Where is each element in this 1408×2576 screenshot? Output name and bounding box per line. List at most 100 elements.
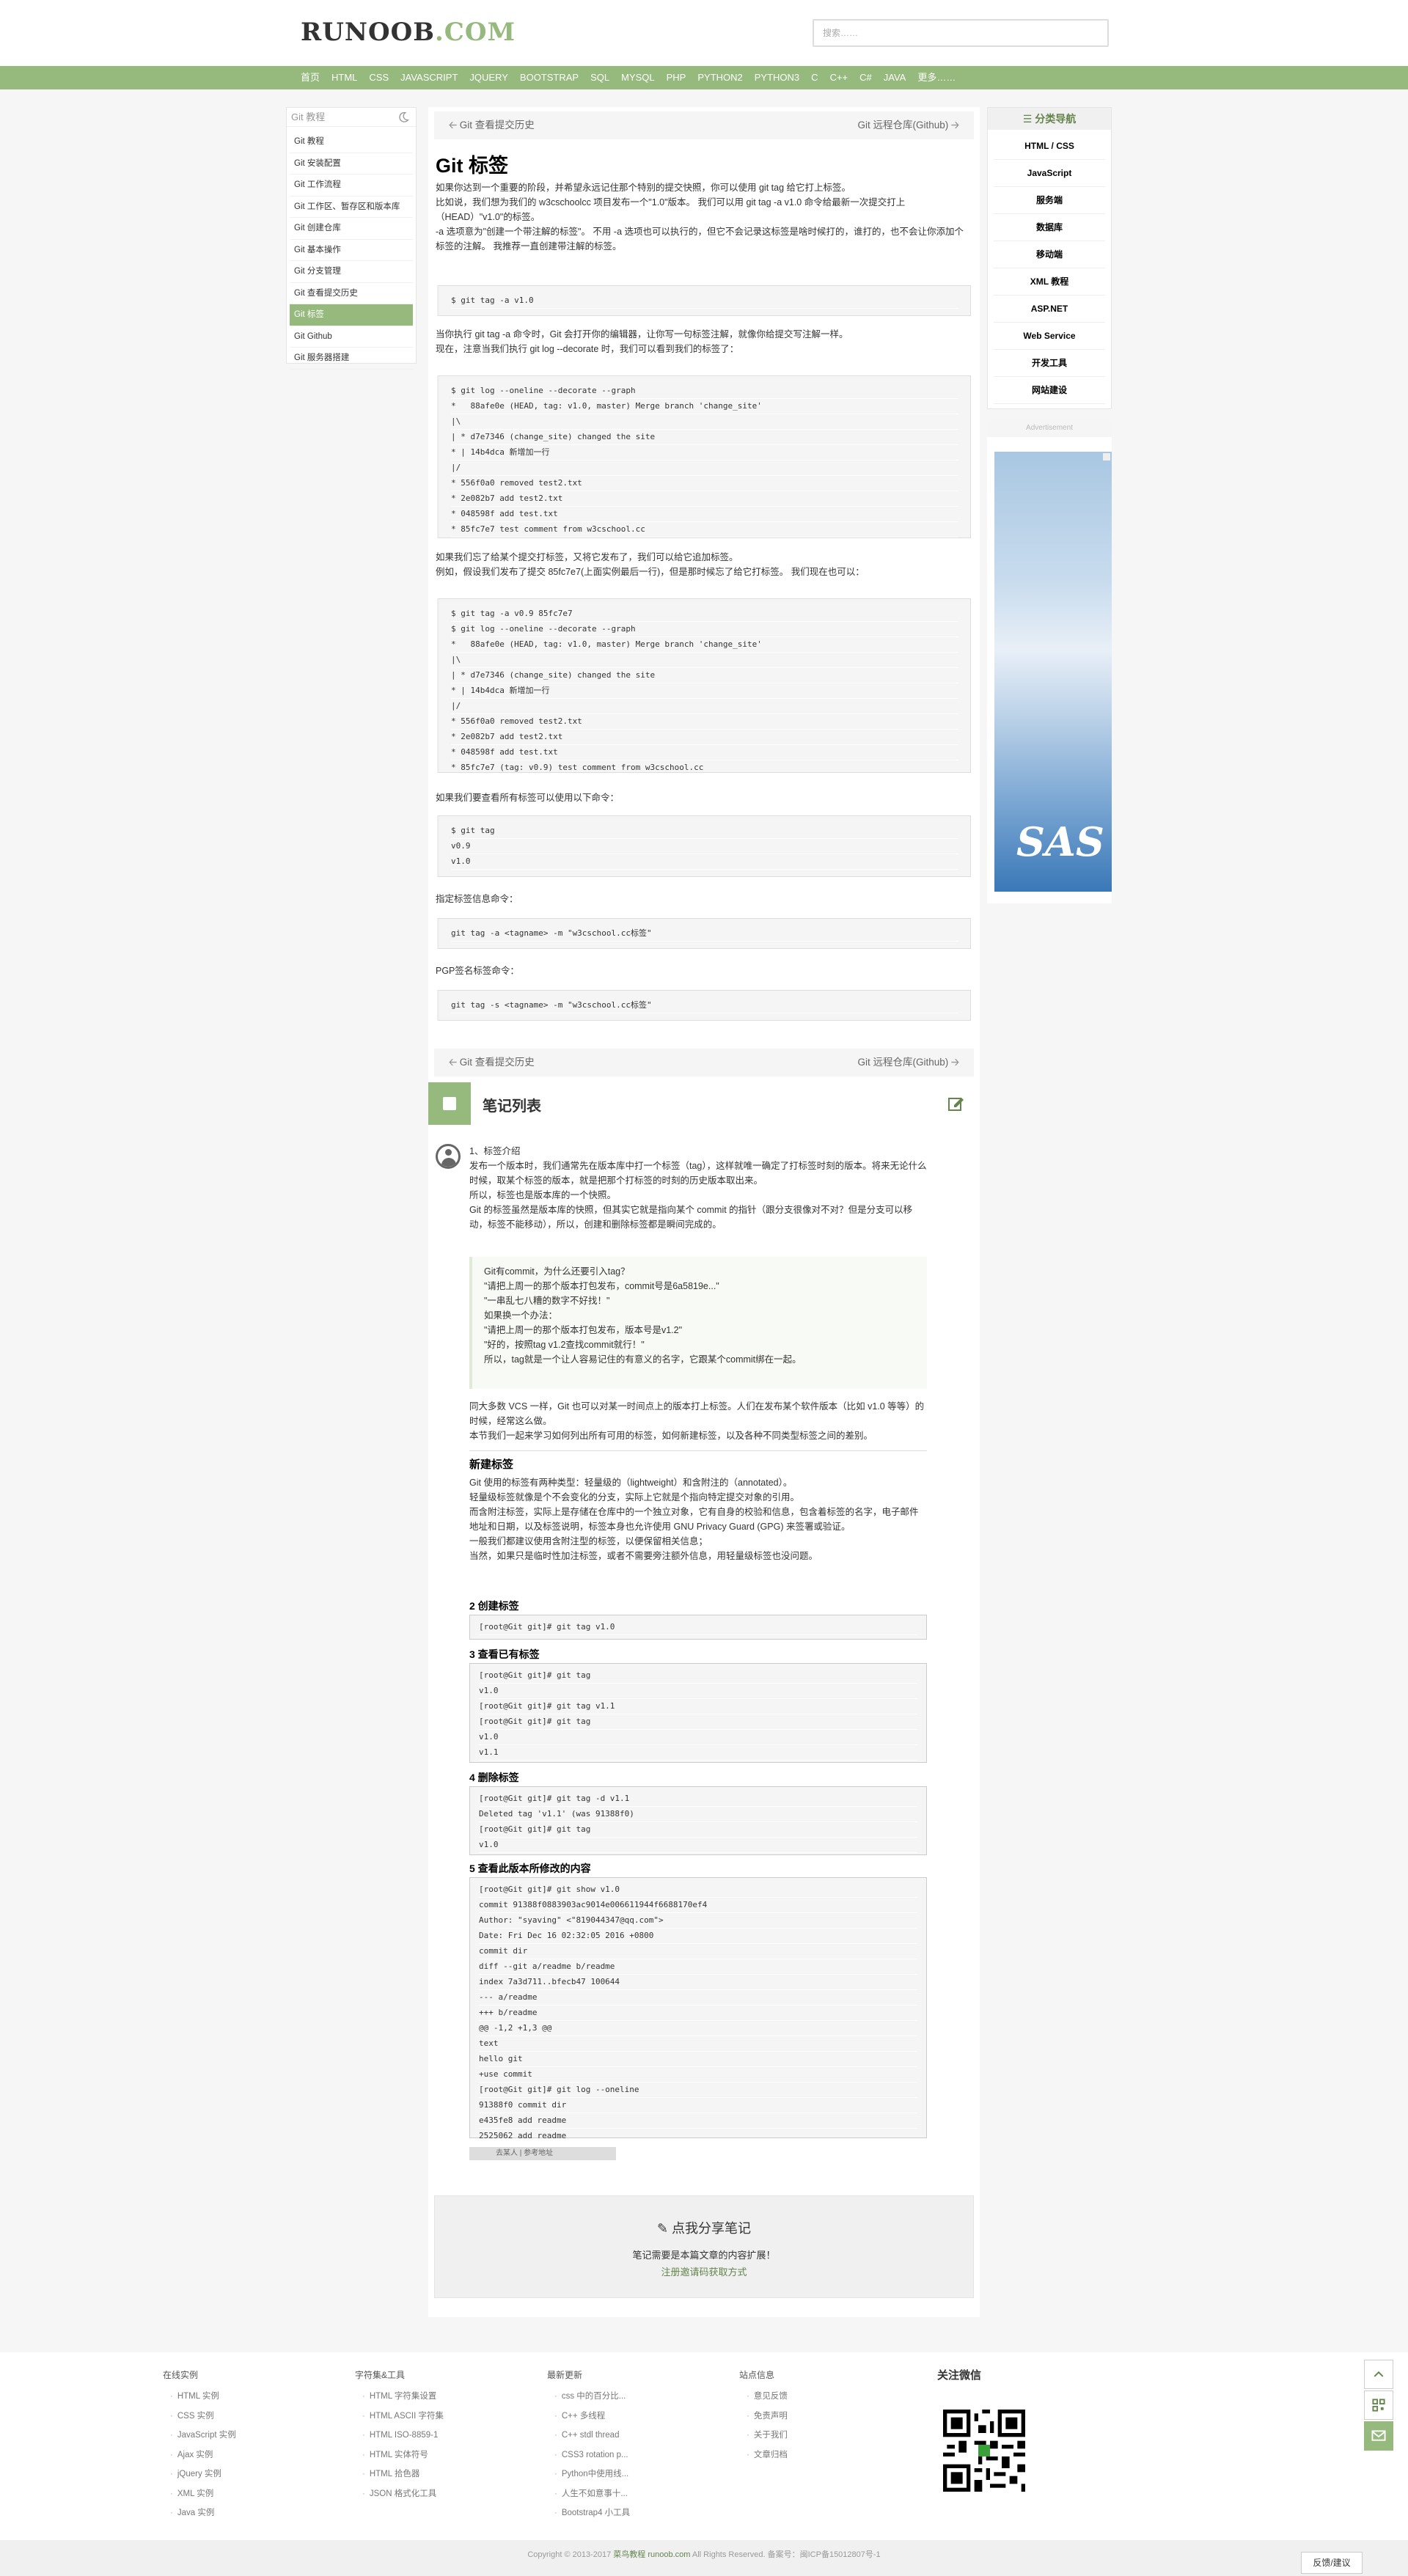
search-input[interactable]: 搜索…… xyxy=(813,19,1109,47)
category-item[interactable]: JavaScript xyxy=(994,160,1105,187)
text-line: +++ b/readme xyxy=(479,2006,917,2021)
footer-link[interactable]: 关于我们 xyxy=(739,2426,788,2445)
site-footer: 在线实例 HTML 实例CSS 实例JavaScript 实例Ajax 实例jQu… xyxy=(0,2352,1408,2540)
footer-link[interactable]: JavaScript 实例 xyxy=(163,2426,236,2445)
nav-item[interactable]: HTML xyxy=(329,66,366,89)
sidebar-item[interactable]: Git 工作流程 xyxy=(290,175,413,197)
footer-link[interactable]: HTML 字符集设置 xyxy=(355,2387,444,2407)
category-item[interactable]: HTML / CSS xyxy=(994,133,1105,160)
code-block: git tag -a <tagname> -m "w3cschool.cc标签" xyxy=(437,918,971,949)
edit-icon[interactable] xyxy=(947,1096,965,1112)
nav-item[interactable]: BOOTSTRAP xyxy=(517,66,587,89)
footer-link[interactable]: Python中使用线... xyxy=(547,2465,630,2484)
category-item[interactable]: Web Service xyxy=(994,323,1105,350)
text-line: v1.0 xyxy=(479,1838,917,1853)
nav-item[interactable]: SQL xyxy=(587,66,618,89)
nav-item[interactable]: JAVASCRIPT xyxy=(397,66,466,89)
text-line: * | 14b4dca 新增加一行 xyxy=(451,683,958,699)
heading-new-tag: 新建标签 xyxy=(469,1458,514,1471)
footer-link[interactable]: Java 实例 xyxy=(163,2503,236,2523)
footer-link[interactable]: Bootstrap4 小工具 xyxy=(547,2503,630,2523)
nav-item[interactable]: C# xyxy=(857,66,881,89)
nav-item[interactable]: C xyxy=(808,66,826,89)
nav-item[interactable]: CSS xyxy=(366,66,397,89)
category-item[interactable]: 数据库 xyxy=(994,214,1105,241)
nav-item[interactable]: 首页 xyxy=(301,66,329,89)
back-to-top-button[interactable] xyxy=(1364,2360,1393,2389)
footer-link[interactable]: CSS3 rotation p... xyxy=(547,2445,630,2465)
qrcode-button[interactable] xyxy=(1364,2390,1393,2420)
footer-link[interactable]: HTML ISO-8859-1 xyxy=(355,2426,444,2445)
sidebar-item[interactable]: Git 标签 xyxy=(290,304,413,326)
nav-item[interactable]: MYSQL xyxy=(618,66,664,89)
share-note-box[interactable]: ✎ 点我分享笔记 笔记需要是本篇文章的内容扩展！ 注册邀请码获取方式 xyxy=(434,2195,974,2298)
footer-link[interactable]: 人生不如意事十... xyxy=(547,2484,630,2504)
text-line: Git有commit，为什么还要引入tag？ xyxy=(484,1266,630,1277)
text-line: 如果你达到一个重要的阶段，并希望永远记住那个特别的提交快照，你可以使用 git … xyxy=(436,183,851,193)
text-line: 现在，注意当我们执行 git log --decorate 时，我们可以看到我们… xyxy=(436,344,739,354)
nav-item[interactable]: PYTHON3 xyxy=(752,66,808,89)
footer-link[interactable]: HTML 拾色器 xyxy=(355,2465,444,2484)
prev-link[interactable]: 🡠 Git 查看提交历史 xyxy=(449,1054,535,1072)
text-line: v0.9 xyxy=(451,839,958,854)
next-link[interactable]: Git 远程仓库(Github) 🡢 xyxy=(858,117,959,135)
share-title[interactable]: ✎ 点我分享笔记 xyxy=(435,2218,973,2237)
invite-code-link[interactable]: 注册邀请码获取方式 xyxy=(435,2264,973,2278)
copyright-bar: Copyright © 2013-2017 菜鸟教程 runoob.com Al… xyxy=(0,2540,1408,2576)
moon-icon[interactable] xyxy=(397,111,410,124)
text-line: * 556f0a0 removed test2.txt xyxy=(451,714,958,730)
sidebar-item[interactable]: Git 查看提交历史 xyxy=(290,283,413,304)
nav-item[interactable]: PYTHON2 xyxy=(694,66,751,89)
text-line: 比如说，我们想为我们的 w3cschoolcc 项目发布一个"1.0"版本。 我… xyxy=(436,197,906,222)
next-link[interactable]: Git 远程仓库(Github) 🡢 xyxy=(858,1054,959,1072)
close-icon[interactable] xyxy=(1103,453,1110,460)
sidebar-item[interactable]: Git 工作区、暂存区和版本库 xyxy=(290,197,413,218)
share-hint: 笔记需要是本篇文章的内容扩展！ xyxy=(632,2250,776,2261)
sidebar-item[interactable]: Git 服务器搭建 xyxy=(290,348,413,370)
wechat-section: 关注微信 xyxy=(937,2367,1025,2492)
sidebar-item[interactable]: Git 教程 xyxy=(290,131,413,153)
nav-item[interactable]: JAVA xyxy=(881,66,915,89)
site-logo[interactable]: RUNOOB.COM xyxy=(301,18,516,47)
text-line: +use commit xyxy=(479,2067,917,2083)
nav-item[interactable]: JQUERY xyxy=(466,66,517,89)
category-item[interactable]: 开发工具 xyxy=(994,350,1105,377)
nav-item[interactable]: C++ xyxy=(827,66,857,89)
text-line: $ git log --oneline --decorate --graph xyxy=(451,384,958,399)
sidebar-item[interactable]: Git 创建仓库 xyxy=(290,218,413,240)
ad-image[interactable]: SAS xyxy=(994,452,1112,892)
footer-link[interactable]: C++ 多线程 xyxy=(547,2407,630,2426)
footer-column-title: 最新更新 xyxy=(547,2370,583,2380)
footer-link[interactable]: C++ stdl thread xyxy=(547,2426,630,2445)
footer-link[interactable]: JSON 格式化工具 xyxy=(355,2484,444,2504)
feedback-button[interactable]: 反馈/建议 xyxy=(1301,2552,1363,2574)
footer-link[interactable]: HTML ASCII 字符集 xyxy=(355,2407,444,2426)
footer-link[interactable]: 免责声明 xyxy=(739,2407,788,2426)
email-button[interactable] xyxy=(1364,2421,1393,2451)
footer-link[interactable]: jQuery 实例 xyxy=(163,2465,236,2484)
nav-item[interactable]: PHP xyxy=(664,66,695,89)
footer-link[interactable]: HTML 实体符号 xyxy=(355,2445,444,2465)
domain-link[interactable]: runoob.com xyxy=(648,2550,690,2559)
footer-link[interactable]: CSS 实例 xyxy=(163,2407,236,2426)
text-line: -a 选项意为"创建一个带注解的标签"。 不用 -a 选项也可以执行的，但它不会… xyxy=(436,227,964,252)
footer-link[interactable]: HTML 实例 xyxy=(163,2387,236,2407)
footer-link[interactable]: 意见反馈 xyxy=(739,2387,788,2407)
prev-link[interactable]: 🡠 Git 查看提交历史 xyxy=(449,117,535,135)
brand-link[interactable]: 菜鸟教程 xyxy=(613,2550,645,2559)
category-item[interactable]: 移动端 xyxy=(994,241,1105,268)
category-item[interactable]: ASP.NET xyxy=(994,296,1105,323)
sidebar-item[interactable]: Git 分支管理 xyxy=(290,261,413,283)
category-item[interactable]: XML 教程 xyxy=(994,268,1105,296)
category-item[interactable]: 服务端 xyxy=(994,187,1105,214)
footer-link[interactable]: css 中的百分比... xyxy=(547,2387,630,2407)
vote-bar[interactable]: 去某人 | 参考地址 xyxy=(469,2147,616,2160)
category-item[interactable]: 网站建设 xyxy=(994,377,1105,404)
footer-link[interactable]: 文章归档 xyxy=(739,2445,788,2465)
footer-link[interactable]: Ajax 实例 xyxy=(163,2445,236,2465)
sidebar-item[interactable]: Git Github xyxy=(290,326,413,348)
sidebar-item[interactable]: Git 基本操作 xyxy=(290,240,413,261)
sidebar-item[interactable]: Git 安装配置 xyxy=(290,153,413,175)
nav-item[interactable]: 更多…… xyxy=(914,66,964,89)
footer-link[interactable]: XML 实例 xyxy=(163,2484,236,2504)
